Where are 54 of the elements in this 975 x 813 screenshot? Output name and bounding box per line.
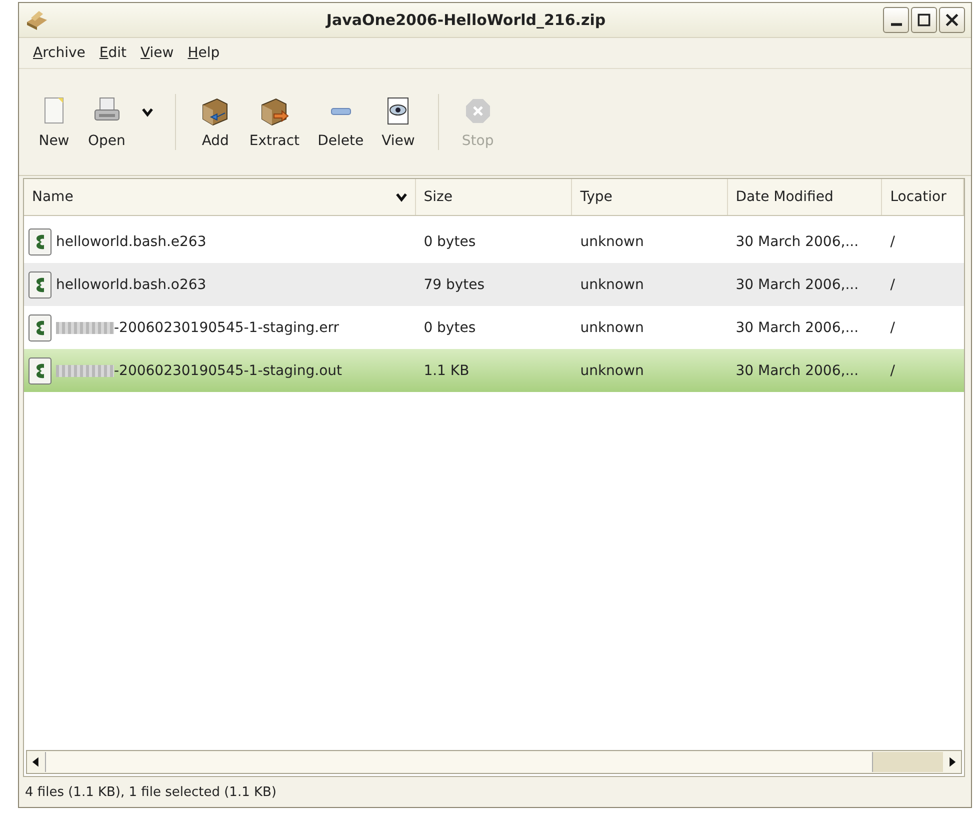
- column-header[interactable]: Size: [416, 179, 572, 215]
- menu-item[interactable]: View: [136, 43, 178, 63]
- script-file-icon: [28, 228, 52, 256]
- file-type: unknown: [580, 234, 644, 250]
- script-file-icon: [28, 270, 52, 298]
- minimize-button[interactable]: [883, 7, 909, 33]
- toolbar-button[interactable]: New: [31, 91, 77, 153]
- date-modified: 30 March 2006,...: [736, 320, 859, 336]
- file-size: 1.1 KB: [424, 362, 470, 378]
- toolbar-button[interactable]: Delete: [310, 91, 371, 153]
- file-row[interactable]: helloworld.bash.o263 79 bytes unknown 30 March 2006,... /: [24, 263, 964, 306]
- script-file-icon: [28, 314, 52, 342]
- close-button[interactable]: [939, 7, 965, 33]
- toolbar-button[interactable]: Add: [192, 91, 238, 153]
- toolbar-button[interactable]: Extract: [242, 91, 307, 153]
- file-size: 0 bytes: [424, 234, 476, 250]
- file-row[interactable]: -20060230190545-1-staging.out 1.1 KB unknown 30 March 2006,... /: [24, 349, 964, 392]
- file-location: /: [890, 234, 895, 250]
- column-header[interactable]: Date Modified: [728, 179, 882, 215]
- column-header[interactable]: Name: [24, 179, 416, 215]
- file-name: helloworld.bash.e263: [56, 234, 206, 250]
- date-modified: 30 March 2006,...: [736, 276, 859, 292]
- date-modified: 30 March 2006,...: [736, 234, 859, 250]
- status-text: 4 files (1.1 KB), 1 file selected (1.1 KB): [25, 784, 277, 800]
- script-file-icon: [28, 356, 52, 384]
- menu-item[interactable]: Archive: [29, 43, 90, 63]
- file-name: -20060230190545-1-staging.err: [114, 320, 339, 336]
- file-size: 0 bytes: [424, 320, 476, 336]
- file-name: -20060230190545-1-staging.out: [114, 362, 342, 378]
- caret-icon: [142, 108, 154, 116]
- file-type: unknown: [580, 276, 644, 292]
- minimize-icon: [890, 23, 902, 26]
- file-location: /: [890, 276, 895, 292]
- close-icon: [944, 12, 960, 28]
- file-size: 79 bytes: [424, 276, 485, 292]
- maximize-button[interactable]: [911, 7, 937, 33]
- file-location: /: [890, 320, 895, 336]
- minus-icon: [330, 108, 351, 114]
- window-title: JavaOne2006-HelloWorld_216.zip: [324, 11, 607, 29]
- menu-item[interactable]: Help: [184, 43, 224, 63]
- archive-box-icon: [25, 10, 49, 30]
- file-type: unknown: [580, 320, 644, 336]
- file-name: helloworld.bash.o263: [56, 276, 206, 292]
- toolbar-button[interactable]: View: [374, 91, 422, 153]
- file-type: unknown: [580, 362, 644, 378]
- scrollbar-thumb[interactable]: [45, 752, 873, 772]
- toolbar-button[interactable]: Open: [81, 91, 132, 153]
- column-header[interactable]: Locatior: [882, 179, 964, 215]
- horizontal-scrollbar[interactable]: [26, 750, 962, 774]
- maximize-icon: [916, 12, 932, 28]
- menu-item[interactable]: Edit: [95, 43, 131, 63]
- column-header[interactable]: Type: [572, 179, 728, 215]
- file-location: /: [890, 362, 895, 378]
- date-modified: 30 March 2006,...: [736, 362, 859, 378]
